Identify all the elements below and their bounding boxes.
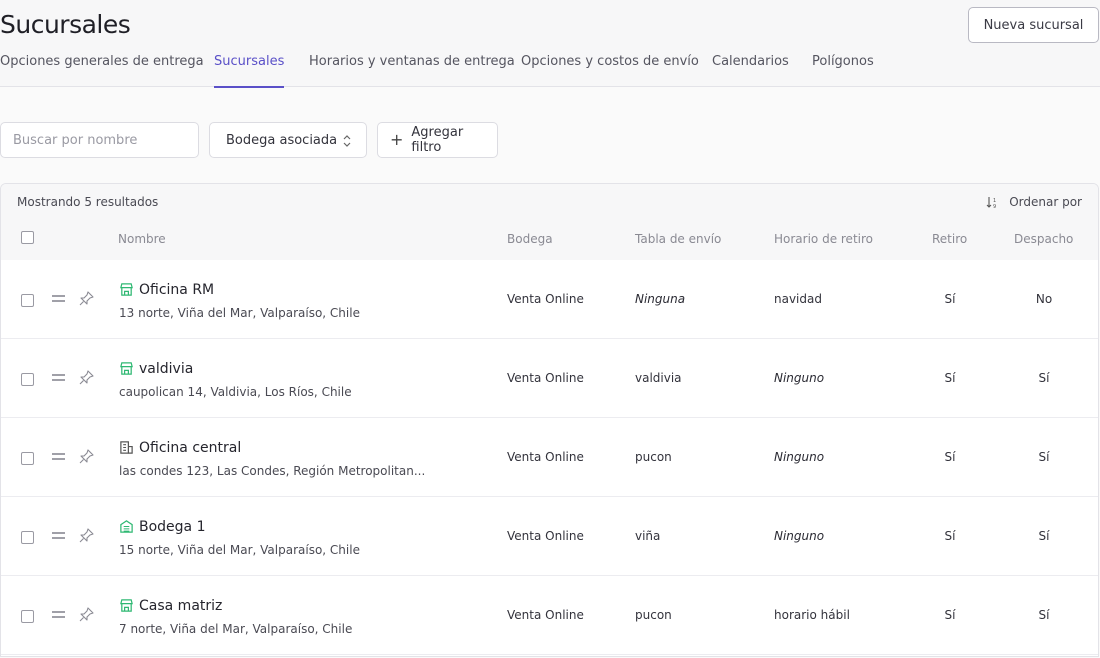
store-icon: [119, 361, 134, 376]
store-icon: [119, 282, 134, 297]
branch-name[interactable]: Bodega 1: [139, 519, 206, 535]
drag-handle-icon[interactable]: [52, 295, 65, 303]
warehouse-cell: Venta Online: [507, 371, 584, 385]
row-checkbox[interactable]: [21, 610, 34, 623]
plus-icon: +: [390, 130, 404, 149]
row-checkbox[interactable]: [21, 294, 34, 307]
warehouse-cell: Venta Online: [507, 292, 584, 306]
warehouse-cell: Venta Online: [507, 608, 584, 622]
sort-label: Ordenar por: [1009, 195, 1082, 209]
sort-button[interactable]: 1 9 Ordenar por: [986, 195, 1082, 209]
shipping-table-cell: viña: [635, 529, 661, 543]
dispatch-cell: Sí: [1038, 529, 1050, 543]
warehouse-cell: Venta Online: [507, 529, 584, 543]
tab-delivery-windows[interactable]: Horarios y ventanas de entrega: [309, 54, 515, 87]
sort-icon: 1 9: [986, 196, 996, 209]
row-checkbox[interactable]: [21, 373, 34, 386]
tab-calendars[interactable]: Calendarios: [712, 54, 789, 87]
branch-address: 7 norte, Viña del Mar, Valparaíso, Chile: [119, 622, 353, 636]
new-branch-button[interactable]: Nueva sucursal: [968, 7, 1099, 43]
drag-handle-icon[interactable]: [52, 453, 65, 461]
table-row[interactable]: Casa matriz 7 norte, Viña del Mar, Valpa…: [1, 576, 1098, 655]
dispatch-cell: Sí: [1038, 608, 1050, 622]
search-input[interactable]: [1, 123, 198, 157]
branch-name[interactable]: Oficina RM: [139, 282, 214, 298]
chevron-up-down-icon: [343, 135, 351, 147]
branches-table: Mostrando 5 resultados 1 9 Ordenar por N…: [0, 183, 1099, 657]
branch-name[interactable]: Oficina central: [139, 440, 241, 456]
results-count: Mostrando 5 resultados: [17, 195, 159, 209]
pickup-cell: Sí: [944, 608, 956, 622]
branch-name[interactable]: Casa matriz: [139, 598, 222, 614]
pickup-cell: Sí: [944, 529, 956, 543]
pin-icon[interactable]: [78, 369, 95, 386]
column-header-name[interactable]: Nombre: [118, 232, 166, 246]
column-header-pickup[interactable]: Retiro: [932, 232, 967, 246]
pickup-schedule-cell: horario hábil: [774, 608, 850, 622]
pickup-schedule-cell: Ninguno: [774, 529, 825, 543]
pin-icon[interactable]: [78, 606, 95, 623]
svg-text:9: 9: [993, 204, 996, 209]
drag-handle-icon[interactable]: [52, 374, 65, 382]
drag-handle-icon[interactable]: [52, 532, 65, 540]
table-row[interactable]: Oficina central las condes 123, Las Cond…: [1, 418, 1098, 497]
add-filter-button[interactable]: + Agregar filtro: [377, 122, 498, 158]
dispatch-cell: Sí: [1038, 371, 1050, 385]
warehouse-icon: [119, 519, 134, 534]
pickup-cell: Sí: [944, 450, 956, 464]
page-header: Sucursales Nueva sucursal Opciones gener…: [0, 0, 1100, 88]
pickup-cell: Sí: [944, 292, 956, 306]
warehouse-select[interactable]: Bodega asociada: [209, 122, 367, 158]
shipping-table-cell: pucon: [635, 608, 672, 622]
office-building-icon: [119, 440, 134, 455]
shipping-table-cell: Ninguna: [635, 292, 686, 306]
column-header-warehouse[interactable]: Bodega: [507, 232, 553, 246]
add-filter-label: Agregar filtro: [411, 125, 464, 155]
dispatch-cell: Sí: [1038, 450, 1050, 464]
table-row[interactable]: Oficina RM 13 norte, Viña del Mar, Valpa…: [1, 260, 1098, 339]
pickup-schedule-cell: Ninguno: [774, 450, 825, 464]
pickup-schedule-cell: Ninguno: [774, 371, 825, 385]
tab-shipping-costs[interactable]: Opciones y costos de envío: [521, 54, 699, 87]
page-title: Sucursales: [0, 10, 131, 39]
pin-icon[interactable]: [78, 290, 95, 307]
tab-polygons[interactable]: Polígonos: [812, 54, 874, 87]
warehouse-select-label: Bodega asociada: [226, 132, 338, 148]
store-icon: [119, 598, 134, 613]
pickup-schedule-cell: navidad: [774, 292, 822, 306]
select-all-checkbox[interactable]: [21, 231, 34, 244]
drag-handle-icon[interactable]: [52, 611, 65, 619]
search-field[interactable]: [0, 122, 199, 158]
table-row[interactable]: valdivia caupolican 14, Valdivia, Los Rí…: [1, 339, 1098, 418]
branch-address: caupolican 14, Valdivia, Los Ríos, Chile: [119, 385, 352, 399]
column-header-pickup-schedule[interactable]: Horario de retiro: [774, 232, 873, 246]
warehouse-cell: Venta Online: [507, 450, 584, 464]
branch-address: 15 norte, Viña del Mar, Valparaíso, Chil…: [119, 543, 360, 557]
tab-general-delivery-options[interactable]: Opciones generales de entrega: [0, 54, 204, 87]
table-row[interactable]: Bodega 1 15 norte, Viña del Mar, Valpara…: [1, 497, 1098, 576]
table-header: Mostrando 5 resultados 1 9 Ordenar por N…: [1, 184, 1098, 260]
pin-icon[interactable]: [78, 448, 95, 465]
row-checkbox[interactable]: [21, 531, 34, 544]
shipping-table-cell: pucon: [635, 450, 672, 464]
row-checkbox[interactable]: [21, 452, 34, 465]
column-header-dispatch[interactable]: Despacho: [1014, 232, 1073, 246]
pickup-cell: Sí: [944, 371, 956, 385]
column-header-shipping-table[interactable]: Tabla de envío: [635, 232, 721, 246]
shipping-table-cell: valdivia: [635, 371, 682, 385]
branch-address: las condes 123, Las Condes, Región Metro…: [119, 464, 426, 478]
dispatch-cell: No: [1035, 292, 1053, 306]
branch-address: 13 norte, Viña del Mar, Valparaíso, Chil…: [119, 306, 360, 320]
pin-icon[interactable]: [78, 527, 95, 544]
tab-branches[interactable]: Sucursales: [214, 54, 285, 88]
branch-name[interactable]: valdivia: [139, 361, 193, 377]
